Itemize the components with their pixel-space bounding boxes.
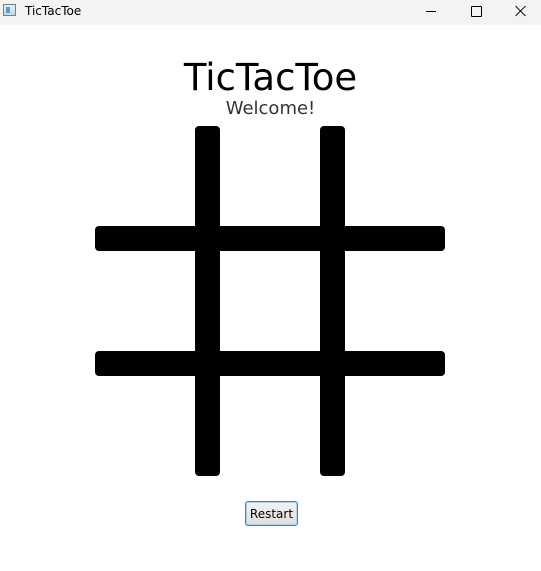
restart-button[interactable]: Restart xyxy=(245,501,298,526)
game-board xyxy=(95,126,445,476)
grid-line-vertical-1 xyxy=(195,126,220,476)
maximize-icon xyxy=(470,5,482,17)
board-cell-2[interactable] xyxy=(345,126,445,226)
minimize-icon xyxy=(426,10,436,12)
window-title: TicTacToe xyxy=(25,4,82,18)
board-cell-6[interactable] xyxy=(95,376,195,476)
app-window: TicTacToe TicTacToe Welcome! Restart xyxy=(0,0,541,571)
board-cell-7[interactable] xyxy=(220,376,320,476)
close-icon xyxy=(515,5,527,17)
java-app-icon xyxy=(3,4,16,16)
grid-line-vertical-2 xyxy=(320,126,345,476)
maximize-button[interactable] xyxy=(453,0,499,22)
minimize-button[interactable] xyxy=(408,0,454,22)
grid-line-horizontal-2 xyxy=(95,351,445,376)
close-button[interactable] xyxy=(498,0,541,22)
board-cell-3[interactable] xyxy=(95,251,195,351)
board-cell-1[interactable] xyxy=(220,126,320,226)
grid-line-horizontal-1 xyxy=(95,226,445,251)
board-cell-8[interactable] xyxy=(345,376,445,476)
board-cell-5[interactable] xyxy=(345,251,445,351)
board-cell-0[interactable] xyxy=(95,126,195,226)
game-title: TicTacToe xyxy=(183,56,358,99)
title-bar[interactable]: TicTacToe xyxy=(0,0,541,25)
board-cell-4[interactable] xyxy=(220,251,320,351)
status-message: Welcome! xyxy=(225,98,316,119)
